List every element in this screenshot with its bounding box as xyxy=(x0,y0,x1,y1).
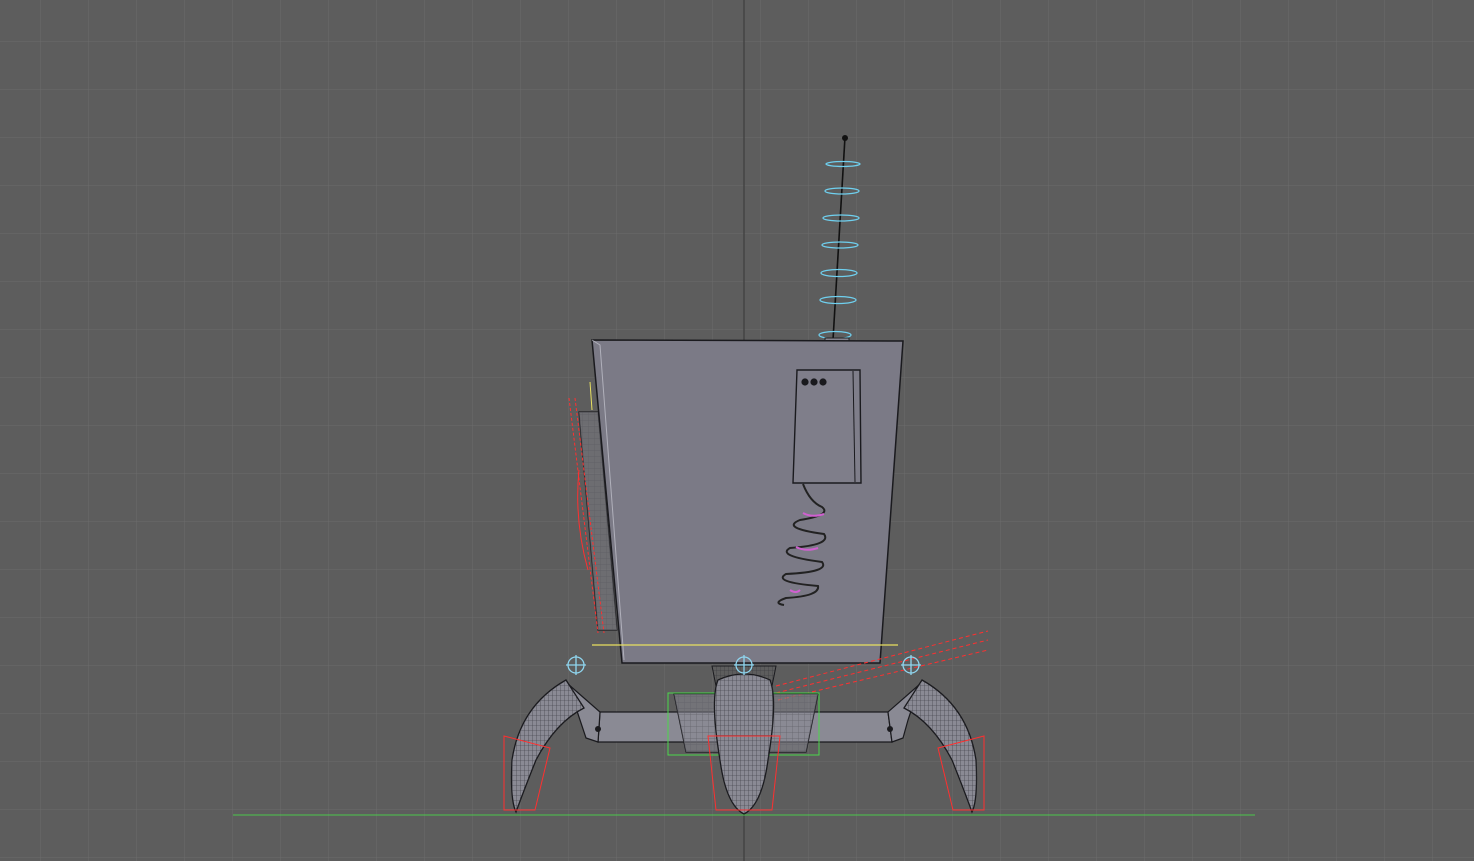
control-box-button-1[interactable] xyxy=(801,378,809,386)
control-box[interactable] xyxy=(792,369,862,484)
control-box-button-2[interactable] xyxy=(810,378,818,386)
control-box-button-3[interactable] xyxy=(819,378,827,386)
3d-viewport[interactable] xyxy=(0,0,1474,861)
